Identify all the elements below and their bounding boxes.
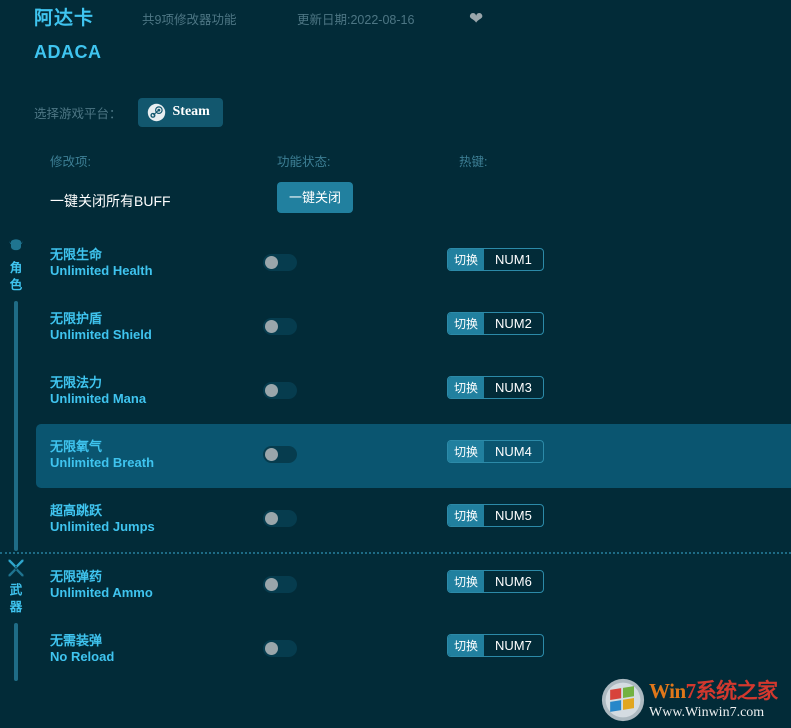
cheat-name-cn: 无限氧气 (50, 439, 103, 454)
cheat-section-character: 角 色无限生命 Unlimited Health 切换 NUM1 无限护盾 Unlimit… (0, 232, 791, 552)
cheat-row[interactable]: 超高跳跃 Unlimited Jumps 切换 NUM5 (36, 488, 791, 552)
cheat-hotkey[interactable]: 切换 NUM4 (447, 440, 544, 463)
cheat-hotkey[interactable]: 切换 NUM7 (447, 634, 544, 657)
app-header: 阿达卡 共9项修改器功能 更新日期:2022-08-16 ❤ ADACA (0, 0, 791, 78)
cheat-name-en: Unlimited Breath (50, 455, 155, 470)
hotkey-key-label: NUM7 (495, 638, 532, 653)
section-title-weapons: 武 器 (9, 583, 23, 614)
section-rail-line (14, 623, 18, 681)
heart-icon[interactable]: ❤ (469, 6, 483, 32)
cheat-row-list: 无限生命 Unlimited Health 切换 NUM1 无限护盾 Unlimited … (0, 232, 791, 552)
helmet-icon (9, 239, 23, 251)
cheat-name-en: Unlimited Shield (50, 327, 152, 342)
column-header-hotkey: 热键: (459, 155, 488, 169)
cheat-row[interactable]: 无限生命 Unlimited Health 切换 NUM1 (36, 232, 791, 296)
hotkey-action-label: 切换 (448, 505, 485, 526)
watermark-url: Www.Winwin7.com (649, 704, 765, 720)
cheat-hotkey[interactable]: 切换 NUM6 (447, 570, 544, 593)
cheat-name-en: Unlimited Health (50, 263, 153, 278)
game-title-en: ADACA (34, 42, 102, 62)
section-title-character: 角 色 (9, 261, 23, 292)
hotkey-action-label: 切换 (448, 377, 485, 398)
cheat-toggle[interactable] (263, 576, 297, 593)
platform-steam-button[interactable]: Steam (137, 97, 223, 127)
cheat-row[interactable]: 无限护盾 Unlimited Shield 切换 NUM2 (36, 296, 791, 360)
watermark-brand-win: Win (649, 678, 686, 703)
hotkey-action-label: 切换 (448, 249, 485, 270)
cheat-name-en: Unlimited Ammo (50, 585, 153, 600)
toggle-knob (265, 578, 278, 591)
cheat-hotkey[interactable]: 切换 NUM5 (447, 504, 544, 527)
toggle-knob (265, 642, 278, 655)
watermark-text: Win7系统之家 Www.Winwin7.com (649, 678, 779, 720)
hotkey-key-label: NUM6 (495, 574, 532, 589)
global-disable-button[interactable]: 一键关闭 (277, 182, 353, 213)
cheat-toggle[interactable] (263, 254, 297, 271)
global-disable-label: 一键关闭所有BUFF (50, 193, 171, 209)
cheat-toggle[interactable] (263, 382, 297, 399)
cheat-toggle[interactable] (263, 510, 297, 527)
toggle-knob (265, 320, 278, 333)
toggle-knob (265, 256, 278, 269)
platform-steam-label: Steam (172, 104, 210, 119)
toggle-knob (265, 384, 278, 397)
cheat-row[interactable]: 无限法力 Unlimited Mana 切换 NUM3 (36, 360, 791, 424)
hotkey-key-label: NUM4 (495, 444, 532, 459)
cheat-row[interactable]: 无限弹药 Unlimited Ammo 切换 NUM6 (36, 554, 791, 618)
cheat-name-cn: 无限法力 (50, 375, 103, 390)
platform-label: 选择游戏平台： (34, 106, 122, 121)
cheat-toggle[interactable] (263, 446, 297, 463)
watermark-brand-cn: 系统之家 (695, 678, 779, 703)
cheat-name-cn: 无限护盾 (50, 311, 103, 326)
global-disable-row: 一键关闭所有BUFF 一键关闭 (0, 178, 791, 232)
cheat-toggle[interactable] (263, 318, 297, 335)
cheat-hotkey[interactable]: 切换 NUM1 (447, 248, 544, 271)
cheat-sections: 角 色无限生命 Unlimited Health 切换 NUM1 无限护盾 Unlimit… (0, 232, 791, 682)
cheat-name-en: No Reload (50, 649, 115, 664)
column-header-name: 修改项: (50, 155, 91, 169)
game-title-cn: 阿达卡 (34, 8, 95, 29)
hotkey-key-label: NUM2 (495, 316, 532, 331)
steam-icon (147, 103, 165, 121)
cheat-name-cn: 无需装弹 (50, 633, 103, 648)
update-date-label: 更新日期:2022-08-16 (297, 13, 415, 27)
hotkey-key-label: NUM1 (495, 252, 532, 267)
cheat-name-cn: 无限生命 (50, 247, 103, 262)
cheat-hotkey[interactable]: 切换 NUM3 (447, 376, 544, 399)
hotkey-action-label: 切换 (448, 313, 485, 334)
cheat-row[interactable]: 无需装弹 No Reload 切换 NUM7 (36, 618, 791, 682)
toggle-knob (265, 448, 278, 461)
platform-selector-row: 选择游戏平台： Steam (0, 88, 791, 136)
column-header-row: 修改项: 功能状态: 热键: (0, 144, 791, 178)
watermark-brand-seven: 7 (685, 678, 697, 703)
hotkey-key-label: NUM5 (495, 508, 532, 523)
cheat-row-list: 无限弹药 Unlimited Ammo 切换 NUM6 无需装弹 No Reload 切换 N… (0, 554, 791, 682)
crossed-swords-icon (8, 559, 24, 577)
section-rail-weapons: 武 器 (5, 558, 27, 681)
toggle-knob (265, 512, 278, 525)
watermark-brand: Win7系统之家 (649, 678, 779, 703)
column-header-status: 功能状态: (277, 155, 331, 169)
windows-orb-icon (601, 678, 645, 722)
section-rail-character: 角 色 (5, 236, 27, 551)
hotkey-action-label: 切换 (448, 441, 485, 462)
cheat-name-en: Unlimited Mana (50, 391, 147, 406)
feature-count-label: 共9项修改器功能 (142, 13, 237, 27)
cheat-name-en: Unlimited Jumps (50, 519, 155, 534)
hotkey-action-label: 切换 (448, 635, 485, 656)
cheat-name-cn: 超高跳跃 (50, 503, 103, 518)
header-meta-row: 阿达卡 共9项修改器功能 更新日期:2022-08-16 ❤ (34, 6, 791, 36)
hotkey-key-label: NUM3 (495, 380, 532, 395)
cheat-section-weapons: 武 器 无限弹药 Unlimited Ammo 切换 NUM6 无需装弹 No Reload… (0, 554, 791, 682)
hotkey-action-label: 切换 (448, 571, 485, 592)
cheat-hotkey[interactable]: 切换 NUM2 (447, 312, 544, 335)
cheat-toggle[interactable] (263, 640, 297, 657)
cheat-row[interactable]: 无限氧气 Unlimited Breath 切换 NUM4 (36, 424, 791, 488)
section-rail-line (14, 301, 18, 551)
cheat-name-cn: 无限弹药 (50, 569, 103, 584)
